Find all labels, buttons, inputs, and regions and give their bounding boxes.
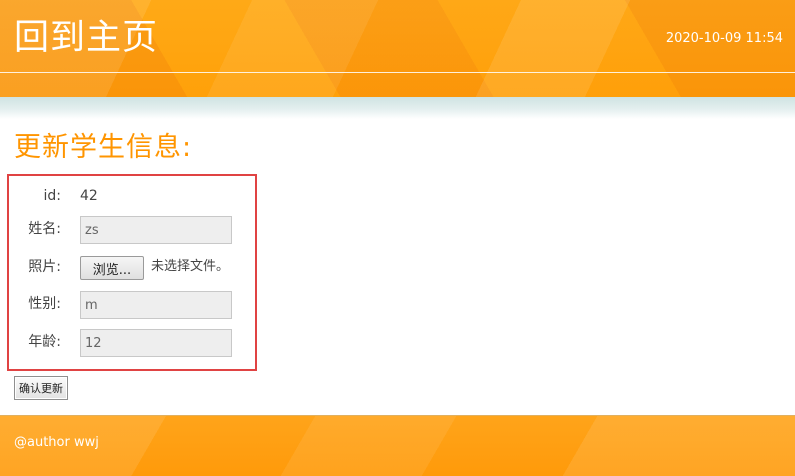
header-banner: 回到主页 2020-10-09 11:54 [0, 0, 795, 97]
page-title: 更新学生信息: [14, 132, 193, 163]
header-divider [0, 72, 795, 73]
name-label: 姓名: [28, 221, 61, 237]
footer-banner: @author wwj [0, 415, 795, 476]
browse-file-button[interactable]: 浏览... [80, 256, 144, 280]
name-row: 姓名: [9, 214, 255, 244]
gender-row: 性别: [9, 289, 255, 319]
age-row: 年龄: [9, 327, 255, 357]
id-value: 42 [80, 188, 98, 204]
id-label: id: [43, 188, 62, 204]
photo-row: 照片: 浏览... 未选择文件。 [9, 252, 255, 282]
photo-label: 照片: [28, 259, 61, 275]
update-student-form: id: 42 姓名: 照片: 浏览... 未选择文件。 性别: 年龄: [7, 174, 257, 371]
id-row: id: 42 [9, 181, 255, 211]
confirm-update-button[interactable]: 确认更新 [14, 376, 68, 400]
gender-field[interactable] [80, 291, 232, 319]
home-link[interactable]: 回到主页 [14, 14, 158, 62]
age-label: 年龄: [28, 334, 61, 350]
gender-label: 性别: [28, 296, 61, 312]
nav-strip [0, 97, 795, 119]
name-field[interactable] [80, 216, 232, 244]
current-datetime: 2020-10-09 11:54 [665, 31, 783, 46]
author-credit: @author wwj [14, 435, 99, 450]
age-field[interactable] [80, 329, 232, 357]
file-status-text: 未选择文件。 [151, 259, 230, 274]
